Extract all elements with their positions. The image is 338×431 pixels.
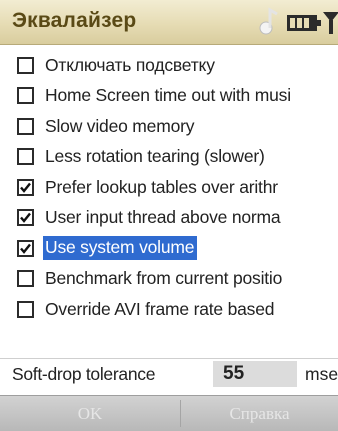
option-use-system-volume[interactable]: Use system volume — [0, 233, 338, 264]
checkmark-icon — [20, 182, 31, 193]
option-slow-video-memory[interactable]: Slow video memory — [0, 111, 338, 142]
option-label: Prefer lookup tables over arithr — [45, 176, 278, 197]
help-softkey[interactable]: Справка — [181, 396, 338, 431]
option-prefer-lookup-tables[interactable]: Prefer lookup tables over arithr — [0, 172, 338, 203]
option-label: Home Screen time out with musi — [45, 85, 291, 106]
soft-drop-label: Soft-drop tolerance — [12, 363, 156, 384]
checkbox[interactable] — [17, 300, 34, 318]
option-label: Override AVI frame rate based — [45, 298, 275, 319]
checkbox[interactable] — [17, 117, 34, 135]
checkbox[interactable] — [17, 148, 34, 166]
option-less-rotation-tearing[interactable]: Less rotation tearing (slower) — [0, 142, 338, 173]
option-label: Benchmark from current positio — [45, 268, 283, 289]
soft-drop-unit: mse — [305, 364, 338, 384]
checkbox[interactable] — [17, 56, 34, 74]
status-icons — [228, 6, 338, 38]
option-label: Отключать подсветку — [45, 54, 215, 75]
option-disable-backlight[interactable]: Отключать подсветку — [0, 50, 338, 81]
option-label: Slow video memory — [45, 115, 195, 136]
option-user-input-thread[interactable]: User input thread above norma — [0, 203, 338, 234]
option-benchmark-current-position[interactable]: Benchmark from current positio — [0, 264, 338, 295]
options-list: Отключать подсветку Home Screen time out… — [0, 50, 338, 325]
option-override-avi-frame-rate[interactable]: Override AVI frame rate based — [0, 294, 338, 325]
checkmark-icon — [20, 243, 31, 254]
option-home-screen-timeout[interactable]: Home Screen time out with musi — [0, 81, 338, 112]
option-label: Use system volume — [43, 236, 198, 261]
sound-icon[interactable] — [258, 6, 280, 36]
checkbox[interactable] — [17, 178, 34, 196]
battery-icon[interactable] — [286, 12, 322, 34]
option-label: Less rotation tearing (slower) — [45, 146, 265, 167]
softkey-bar: OK Справка — [0, 395, 338, 431]
checkbox[interactable] — [17, 239, 34, 257]
option-label: User input thread above norma — [45, 207, 281, 228]
checkmark-icon — [20, 213, 31, 224]
signal-icon[interactable] — [322, 8, 338, 36]
checkbox[interactable] — [17, 87, 34, 105]
soft-drop-setting: Soft-drop tolerance 55 mse — [0, 358, 338, 389]
checkbox[interactable] — [17, 270, 34, 288]
title-bar: Эквалайзер — [0, 0, 338, 45]
soft-drop-input[interactable]: 55 — [213, 361, 297, 387]
checkbox[interactable] — [17, 209, 34, 227]
app-title: Эквалайзер — [12, 9, 137, 32]
ok-softkey[interactable]: OK — [0, 396, 180, 431]
